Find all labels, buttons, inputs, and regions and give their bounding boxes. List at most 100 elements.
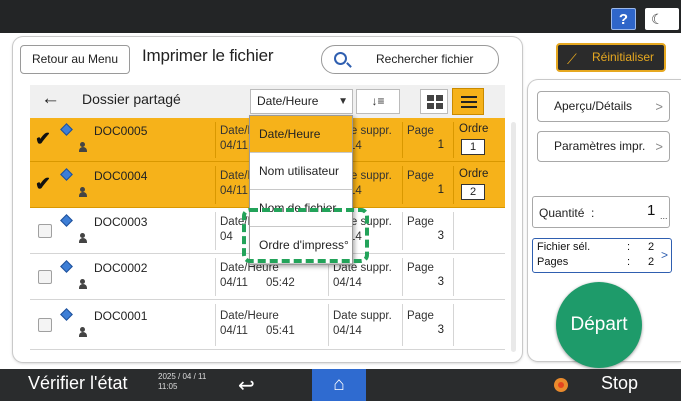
- checkmark-icon[interactable]: ✔: [35, 128, 51, 151]
- page-count: 1: [437, 184, 444, 196]
- colon: :: [627, 241, 631, 253]
- time-value: 05:42: [266, 277, 295, 289]
- page-title: Imprimer le fichier: [142, 46, 274, 65]
- selection-info-button[interactable]: Fichier sél. Pages : : 2 2 >: [532, 238, 672, 273]
- sort-select[interactable]: Date/Heure ▼: [250, 89, 353, 114]
- search-file-button[interactable]: Rechercher fichier: [321, 45, 499, 74]
- chevron-right-icon: >: [655, 99, 663, 114]
- column-divider: [453, 258, 454, 296]
- column-divider: [402, 304, 403, 346]
- column-divider: [402, 258, 403, 296]
- column-divider: [215, 212, 216, 250]
- document-icon: [60, 168, 73, 181]
- bottom-bar: Vérifier l'état 2025 / 04 / 11 11:05 ↩ ⌂…: [0, 369, 681, 401]
- sort-selected-value: Date/Heure: [257, 94, 319, 108]
- column-divider: [402, 122, 403, 158]
- folder-name: Dossier partagé: [82, 91, 181, 107]
- help-button[interactable]: ?: [611, 8, 636, 30]
- user-icon: [79, 142, 87, 152]
- column-divider: [215, 122, 216, 158]
- reset-button[interactable]: ⟋ Réinitialiser: [556, 43, 666, 72]
- print-settings-button[interactable]: Paramètres impr. >: [537, 131, 670, 162]
- column-divider: [215, 258, 216, 296]
- user-icon: [79, 233, 87, 243]
- print-order-box: 2: [461, 184, 485, 200]
- home-button[interactable]: ⌂: [312, 369, 366, 401]
- back-to-menu-button[interactable]: Retour au Menu: [20, 45, 130, 74]
- delete-date-label: Date suppr.: [333, 310, 392, 322]
- date-label: Date/Heure: [220, 310, 279, 322]
- row-checkbox[interactable]: [38, 270, 52, 284]
- order-label: Ordre: [459, 123, 489, 135]
- search-icon: [334, 52, 347, 65]
- time-text: 11:05: [158, 382, 178, 391]
- user-icon: [79, 327, 87, 337]
- pages-value: 2: [648, 256, 655, 268]
- column-divider: [215, 304, 216, 346]
- pages-label: Pages: [537, 256, 569, 268]
- preview-details-button[interactable]: Aperçu/Détails >: [537, 91, 670, 122]
- row-checkbox[interactable]: [38, 318, 52, 332]
- row-checkbox[interactable]: [38, 224, 52, 238]
- column-divider: [215, 166, 216, 204]
- file-name: DOC0002: [94, 261, 148, 275]
- date-value: 04: [220, 231, 233, 243]
- user-icon: [79, 187, 87, 197]
- page-count: 3: [437, 324, 444, 336]
- date-value: 04/11: [220, 325, 248, 337]
- sort-descending-icon: ↓≡: [371, 94, 385, 108]
- page-label: Page: [407, 262, 434, 274]
- quantity-label: Quantité :: [539, 206, 595, 220]
- user-icon: [79, 279, 87, 289]
- home-icon: ⌂: [333, 374, 345, 395]
- moon-icon: ☾: [651, 11, 664, 27]
- sort-option-user[interactable]: Nom utilisateur: [250, 153, 352, 190]
- sort-option-date[interactable]: Date/Heure: [250, 116, 352, 153]
- table-row[interactable]: DOC0001 Date/Heure 04/11 05:41 Date suppr. 04…: [30, 300, 505, 350]
- quantity-dots: ...: [660, 211, 668, 221]
- print-order-box: 1: [461, 139, 485, 155]
- stop-icon: [554, 378, 568, 392]
- search-file-label: Rechercher fichier: [376, 52, 474, 66]
- date-value: 04/11: [220, 140, 248, 152]
- datetime: 2025 / 04 / 11 11:05: [158, 372, 206, 392]
- back-icon[interactable]: ↩: [238, 373, 255, 398]
- stop-button[interactable]: Stop: [601, 373, 638, 394]
- selected-files-value: 2: [648, 241, 655, 253]
- page-count: 3: [437, 230, 444, 242]
- order-label: Ordre: [459, 168, 489, 180]
- document-icon: [60, 260, 73, 273]
- start-button[interactable]: Départ: [556, 282, 642, 368]
- colon: :: [627, 256, 631, 268]
- checkmark-icon[interactable]: ✔: [35, 173, 51, 196]
- page-label: Page: [407, 310, 434, 322]
- highlight-frame: [242, 208, 369, 263]
- dropdown-triangle-icon: ▼: [338, 96, 348, 107]
- chevron-right-icon: >: [655, 139, 663, 154]
- file-name: DOC0005: [94, 124, 148, 138]
- check-status-button[interactable]: Vérifier l'état: [28, 373, 127, 394]
- column-divider: [453, 122, 454, 158]
- reset-label: Réinitialiser: [592, 50, 655, 64]
- page-label: Page: [407, 125, 434, 137]
- time-value: 05:41: [266, 325, 295, 337]
- document-icon: [60, 214, 73, 227]
- grid-view-button[interactable]: [420, 89, 448, 114]
- file-name: DOC0001: [94, 309, 148, 323]
- selected-files-label: Fichier sél.: [537, 241, 591, 253]
- sort-order-button[interactable]: ↓≡: [356, 89, 400, 114]
- top-bar: [0, 0, 681, 33]
- list-view-button[interactable]: [452, 88, 484, 115]
- print-settings-label: Paramètres impr.: [554, 139, 646, 153]
- column-divider: [453, 212, 454, 250]
- document-icon: [60, 308, 73, 321]
- night-mode-button[interactable]: ☾: [645, 8, 679, 30]
- preview-details-label: Aperçu/Détails: [554, 99, 633, 113]
- reset-icon: ⟋: [567, 51, 577, 67]
- date-value: 04/11: [220, 277, 248, 289]
- quantity-field[interactable]: Quantité : 1 ...: [532, 196, 670, 228]
- scrollbar[interactable]: [511, 122, 516, 352]
- page-label: Page: [407, 170, 434, 182]
- page-count: 1: [437, 139, 444, 151]
- arrow-left-icon[interactable]: ←: [41, 88, 60, 110]
